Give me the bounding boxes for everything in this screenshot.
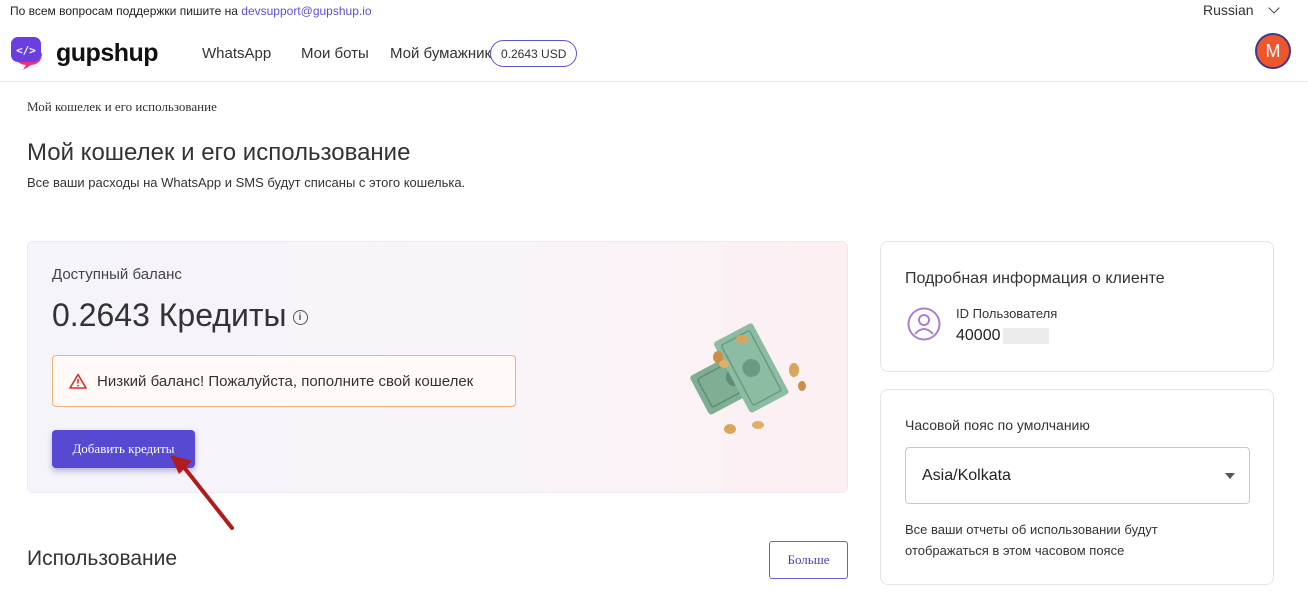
top-navigation: </> gupshup WhatsApp Мои боты Мой бумажн… xyxy=(0,22,1308,82)
logo-text: gupshup xyxy=(56,38,159,67)
support-text: По всем вопросам поддержки пишите на dev… xyxy=(10,4,372,18)
low-balance-alert: Низкий баланс! Пожалуйста, пополните сво… xyxy=(52,355,516,407)
timezone-select[interactable]: Asia/Kolkata xyxy=(905,447,1250,504)
info-icon[interactable]: i xyxy=(292,310,308,325)
balance-card: Доступный баланс 0.2643 Кредиты i Низкий… xyxy=(27,241,848,493)
more-button[interactable]: Больше xyxy=(769,541,848,579)
timezone-value: Asia/Kolkata xyxy=(922,466,1011,484)
svg-text:</>: </> xyxy=(16,44,36,57)
client-info-title: Подробная информация о клиенте xyxy=(905,270,1165,287)
timezone-card: Часовой пояс по умолчанию Asia/Kolkata В… xyxy=(880,389,1274,585)
user-id-label: ID Пользователя xyxy=(956,306,1058,321)
client-info-card: Подробная информация о клиенте ID Пользо… xyxy=(880,241,1274,372)
page-subtitle: Все ваши расходы на WhatsApp и SMS будут… xyxy=(27,175,466,190)
user-id-redaction xyxy=(1002,328,1049,344)
support-bar: По всем вопросам поддержки пишите на dev… xyxy=(0,0,1308,22)
money-illustration xyxy=(690,323,806,434)
balance-amount-row: 0.2643 Кредиты i xyxy=(52,297,308,334)
timezone-note: Все ваши отчеты об использовании будут о… xyxy=(905,522,1158,558)
support-email-link[interactable]: devsupport@gupshup.io xyxy=(241,4,371,18)
usage-title: Использование xyxy=(27,547,178,570)
nav-link-my-bots[interactable]: Мои боты xyxy=(301,45,369,62)
logo[interactable]: </> gupshup xyxy=(10,35,159,71)
avatar[interactable]: M xyxy=(1255,33,1291,69)
page-title: Мой кошелек и его использование xyxy=(27,139,411,166)
language-selector[interactable]: Russian xyxy=(1203,2,1280,18)
user-icon xyxy=(907,307,941,341)
add-credits-button[interactable]: Добавить кредиты xyxy=(52,430,195,468)
balance-amount: 0.2643 Кредиты xyxy=(52,297,287,333)
user-id-row: 40000 xyxy=(956,327,1049,345)
wallet-balance-badge[interactable]: 0.2643 USD xyxy=(490,40,578,67)
nav-link-whatsapp[interactable]: WhatsApp xyxy=(202,45,271,62)
breadcrumb: Мой кошелек и его использование xyxy=(27,99,217,114)
user-id-value: 40000 xyxy=(956,327,1001,344)
nav-link-my-wallet[interactable]: Мой бумажник xyxy=(390,45,491,62)
support-label: По всем вопросам поддержки пишите на xyxy=(10,4,238,18)
gupshup-logo-icon: </> xyxy=(11,37,42,70)
language-label: Russian xyxy=(1203,2,1254,18)
warning-icon xyxy=(69,373,87,389)
timezone-label: Часовой пояс по умолчанию xyxy=(905,417,1090,433)
chevron-down-icon xyxy=(1267,2,1280,14)
low-balance-text: Низкий баланс! Пожалуйста, пополните сво… xyxy=(97,372,474,390)
balance-label: Доступный баланс xyxy=(52,266,182,283)
dropdown-caret-icon xyxy=(1225,473,1235,479)
